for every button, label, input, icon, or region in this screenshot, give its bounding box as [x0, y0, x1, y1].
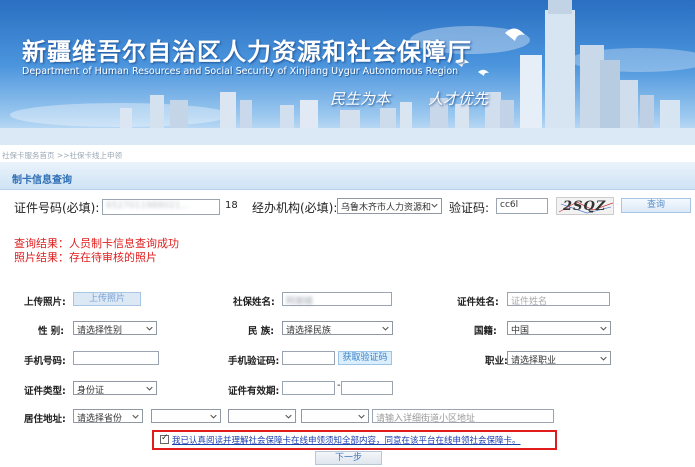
id-number-value: 6527011988021... [106, 201, 190, 211]
captcha-image-text: 2SQZ [563, 199, 607, 214]
sms-code-input[interactable] [282, 351, 335, 365]
agency-select[interactable]: 乌鲁木齐市人力资源和 [337, 198, 442, 214]
section-header: 制卡信息查询 [0, 162, 695, 190]
ethnicity-select-value: 请选择民族 [286, 326, 332, 336]
address-detail-input[interactable]: 请输入详细街道小区地址 [372, 409, 554, 424]
nationality-select-value: 中国 [511, 326, 530, 336]
cert-name-label: 证件姓名: [457, 297, 499, 308]
id-length-counter: 18 [225, 200, 238, 211]
nationality-label: 国籍: [474, 326, 497, 337]
agency-label: 经办机构(必填): [252, 201, 338, 215]
sms-code-label: 手机验证码: [228, 356, 280, 367]
gender-label: 性 别: [38, 326, 65, 337]
site-title: 新疆维吾尔自治区人力资源和社会保障厅 [22, 38, 472, 66]
captcha-input-value: cc6l [500, 200, 519, 210]
agreement-highlight: 我已认真阅读并理解社会保障卡在线申领须知全部内容，同意在该平台在线申领社会保障卡… [152, 430, 557, 450]
chevron-down-icon [600, 326, 607, 331]
job-select[interactable]: 请选择职业 [507, 351, 611, 366]
validity-label: 证件有效期: [228, 386, 280, 397]
agreement-link[interactable]: 我已认真阅读并理解社会保障卡在线申领须知全部内容，同意在该平台在线申领社会保障卡… [172, 434, 521, 446]
city-select[interactable] [151, 409, 221, 423]
job-select-value: 请选择职业 [511, 356, 557, 366]
validity-start-input[interactable] [282, 381, 335, 395]
chevron-down-icon [358, 414, 365, 419]
captcha-input[interactable]: cc6l [496, 198, 548, 214]
photo-result-text: 照片结果：存在待审核的照片 [14, 251, 157, 264]
chevron-down-icon [431, 203, 438, 208]
chevron-down-icon [146, 326, 153, 331]
cert-name-input[interactable]: 证件姓名 [507, 292, 610, 307]
cert-type-select-value: 身份证 [77, 386, 105, 396]
chevron-down-icon [382, 326, 389, 331]
chevron-down-icon [600, 356, 607, 361]
agency-select-value: 乌鲁木齐市人力资源和 [341, 203, 432, 213]
ss-name-input[interactable]: 阿丽娅 [282, 292, 392, 307]
gender-select[interactable]: 请选择性别 [73, 321, 157, 336]
query-button[interactable]: 查询 [621, 198, 691, 213]
district-select[interactable] [228, 409, 296, 423]
slogan-right: 人才优先 [428, 90, 489, 108]
gender-select-value: 请选择性别 [77, 326, 123, 336]
chevron-down-icon [210, 414, 217, 419]
section-title: 制卡信息查询 [12, 175, 72, 186]
get-sms-code-button[interactable]: 获取验证码 [338, 351, 392, 365]
cert-name-placeholder: 证件姓名 [511, 297, 548, 307]
phone-label: 手机号码: [24, 356, 66, 367]
nationality-select[interactable]: 中国 [507, 321, 611, 336]
province-select[interactable]: 请选择省份 [73, 409, 143, 424]
ethnicity-label: 民 族: [248, 326, 275, 337]
captcha-image[interactable]: 2SQZ [556, 197, 614, 215]
validity-end-input[interactable] [341, 381, 393, 395]
job-label: 职业: [485, 356, 508, 367]
phone-input[interactable] [73, 351, 159, 365]
breadcrumb[interactable]: 社保卡服务首页 >>社保卡线上申领 [2, 150, 122, 161]
ss-name-label: 社保姓名: [233, 297, 275, 308]
site-subtitle: Department of Human Resources and Social… [22, 66, 459, 77]
ethnicity-select[interactable]: 请选择民族 [282, 321, 393, 336]
id-number-input[interactable]: 6527011988021... [102, 199, 220, 215]
chevron-down-icon [146, 386, 153, 391]
street-select[interactable] [301, 409, 369, 423]
next-step-button[interactable]: 下一步 [315, 451, 382, 465]
chevron-down-icon [132, 414, 139, 419]
upload-photo-button[interactable]: 上传照片 [73, 292, 141, 306]
slogan-left: 民生为本 [330, 90, 391, 108]
address-detail-placeholder: 请输入详细街道小区地址 [376, 414, 476, 424]
ss-name-value: 阿丽娅 [286, 297, 314, 307]
province-select-value: 请选择省份 [77, 414, 123, 424]
cert-type-select[interactable]: 身份证 [73, 381, 157, 396]
upload-photo-label: 上传照片: [24, 297, 66, 308]
header-banner: 新疆维吾尔自治区人力资源和社会保障厅 Department of Human R… [0, 0, 695, 145]
id-number-label: 证件号码(必填): [14, 201, 100, 215]
chevron-down-icon [285, 414, 292, 419]
captcha-label: 验证码: [449, 201, 490, 215]
agreement-checkbox[interactable] [160, 433, 169, 444]
cert-type-label: 证件类型: [24, 386, 66, 397]
address-label: 居住地址: [24, 414, 66, 425]
